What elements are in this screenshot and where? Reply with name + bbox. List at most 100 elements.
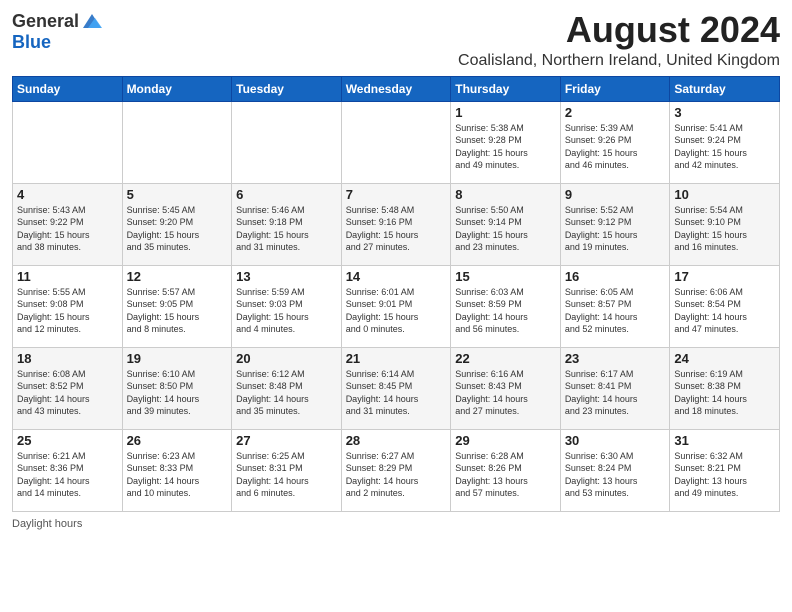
- calendar-cell: [341, 101, 451, 183]
- day-of-week-header: Monday: [122, 76, 232, 101]
- day-of-week-header: Saturday: [670, 76, 780, 101]
- calendar-cell: 6 Sunrise: 5:46 AM Sunset: 9:18 PM Daylig…: [232, 183, 342, 265]
- day-number: 9: [565, 187, 666, 202]
- day-info: Sunrise: 6:30 AM Sunset: 8:24 PM Dayligh…: [565, 450, 666, 500]
- calendar-cell: 19 Sunrise: 6:10 AM Sunset: 8:50 PM Dayli…: [122, 347, 232, 429]
- calendar-cell: 1Sunrise: 5:38 AM Sunset: 9:28 PM Daylig…: [451, 101, 561, 183]
- day-number: 6: [236, 187, 337, 202]
- day-number: 3: [674, 105, 775, 120]
- day-number: 29: [455, 433, 556, 448]
- day-number: 27: [236, 433, 337, 448]
- calendar-cell: 26Sunrise: 6:23 AM Sunset: 8:33 PM Dayli…: [122, 429, 232, 511]
- day-of-week-header: Wednesday: [341, 76, 451, 101]
- day-number: 20: [236, 351, 337, 366]
- day-info: Sunrise: 5:54 AM Sunset: 9:10 PM Dayligh…: [674, 204, 775, 254]
- calendar-header-row: SundayMondayTuesdayWednesdayThursdayFrid…: [13, 76, 780, 101]
- calendar: SundayMondayTuesdayWednesdayThursdayFrid…: [12, 76, 780, 512]
- calendar-cell: 2 Sunrise: 5:39 AM Sunset: 9:26 PM Daylig…: [560, 101, 670, 183]
- day-number: 7: [346, 187, 447, 202]
- logo-blue-text: Blue: [12, 32, 51, 53]
- day-info: Sunrise: 6:01 AM Sunset: 9:01 PM Dayligh…: [346, 286, 447, 336]
- month-title: August 2024: [458, 10, 780, 50]
- calendar-cell: 20 Sunrise: 6:12 AM Sunset: 8:48 PM Dayli…: [232, 347, 342, 429]
- calendar-cell: 10 Sunrise: 5:54 AM Sunset: 9:10 PM Dayli…: [670, 183, 780, 265]
- day-of-week-header: Thursday: [451, 76, 561, 101]
- calendar-cell: 31 Sunrise: 6:32 AM Sunset: 8:21 PM Dayli…: [670, 429, 780, 511]
- logo-general: General: [12, 11, 79, 32]
- logo-icon: [81, 10, 103, 32]
- page: General Blue August 2024 Coalisland, Nor…: [0, 0, 792, 612]
- calendar-cell: 12 Sunrise: 5:57 AM Sunset: 9:05 PM Dayli…: [122, 265, 232, 347]
- calendar-cell: 15Sunrise: 6:03 AM Sunset: 8:59 PM Dayli…: [451, 265, 561, 347]
- calendar-cell: 25 Sunrise: 6:21 AM Sunset: 8:36 PM Dayli…: [13, 429, 123, 511]
- day-number: 18: [17, 351, 118, 366]
- day-number: 16: [565, 269, 666, 284]
- calendar-cell: 17 Sunrise: 6:06 AM Sunset: 8:54 PM Dayli…: [670, 265, 780, 347]
- day-info: Sunrise: 6:06 AM Sunset: 8:54 PM Dayligh…: [674, 286, 775, 336]
- calendar-week-row: 1Sunrise: 5:38 AM Sunset: 9:28 PM Daylig…: [13, 101, 780, 183]
- day-number: 11: [17, 269, 118, 284]
- day-number: 15: [455, 269, 556, 284]
- day-info: Sunrise: 6:28 AM Sunset: 8:26 PM Dayligh…: [455, 450, 556, 500]
- calendar-cell: 5Sunrise: 5:45 AM Sunset: 9:20 PM Daylig…: [122, 183, 232, 265]
- calendar-cell: 29 Sunrise: 6:28 AM Sunset: 8:26 PM Dayli…: [451, 429, 561, 511]
- day-info: Sunrise: 6:19 AM Sunset: 8:38 PM Dayligh…: [674, 368, 775, 418]
- calendar-cell: 13 Sunrise: 5:59 AM Sunset: 9:03 PM Dayli…: [232, 265, 342, 347]
- day-info: Sunrise: 6:23 AM Sunset: 8:33 PM Dayligh…: [127, 450, 228, 500]
- logo-text: General: [12, 10, 103, 32]
- calendar-cell: 22Sunrise: 6:16 AM Sunset: 8:43 PM Dayli…: [451, 347, 561, 429]
- day-info: Sunrise: 5:57 AM Sunset: 9:05 PM Dayligh…: [127, 286, 228, 336]
- day-number: 25: [17, 433, 118, 448]
- day-info: Sunrise: 5:50 AM Sunset: 9:14 PM Dayligh…: [455, 204, 556, 254]
- calendar-cell: 7Sunrise: 5:48 AM Sunset: 9:16 PM Daylig…: [341, 183, 451, 265]
- day-info: Sunrise: 5:59 AM Sunset: 9:03 PM Dayligh…: [236, 286, 337, 336]
- day-number: 23: [565, 351, 666, 366]
- day-info: Sunrise: 6:21 AM Sunset: 8:36 PM Dayligh…: [17, 450, 118, 500]
- day-number: 19: [127, 351, 228, 366]
- calendar-cell: 11 Sunrise: 5:55 AM Sunset: 9:08 PM Dayli…: [13, 265, 123, 347]
- daylight-hours-label: Daylight hours: [12, 518, 82, 530]
- logo: General Blue: [12, 10, 103, 53]
- title-block: August 2024 Coalisland, Northern Ireland…: [458, 10, 780, 70]
- calendar-week-row: 4Sunrise: 5:43 AM Sunset: 9:22 PM Daylig…: [13, 183, 780, 265]
- day-info: Sunrise: 5:39 AM Sunset: 9:26 PM Dayligh…: [565, 122, 666, 172]
- calendar-cell: [13, 101, 123, 183]
- day-number: 10: [674, 187, 775, 202]
- day-info: Sunrise: 6:10 AM Sunset: 8:50 PM Dayligh…: [127, 368, 228, 418]
- calendar-week-row: 18 Sunrise: 6:08 AM Sunset: 8:52 PM Dayli…: [13, 347, 780, 429]
- calendar-week-row: 25 Sunrise: 6:21 AM Sunset: 8:36 PM Dayli…: [13, 429, 780, 511]
- day-number: 24: [674, 351, 775, 366]
- day-number: 28: [346, 433, 447, 448]
- day-info: Sunrise: 6:12 AM Sunset: 8:48 PM Dayligh…: [236, 368, 337, 418]
- day-number: 30: [565, 433, 666, 448]
- day-number: 2: [565, 105, 666, 120]
- day-number: 31: [674, 433, 775, 448]
- calendar-cell: 3Sunrise: 5:41 AM Sunset: 9:24 PM Daylig…: [670, 101, 780, 183]
- calendar-cell: 8 Sunrise: 5:50 AM Sunset: 9:14 PM Daylig…: [451, 183, 561, 265]
- day-number: 13: [236, 269, 337, 284]
- calendar-cell: 24 Sunrise: 6:19 AM Sunset: 8:38 PM Dayli…: [670, 347, 780, 429]
- day-number: 8: [455, 187, 556, 202]
- day-of-week-header: Tuesday: [232, 76, 342, 101]
- calendar-cell: 16 Sunrise: 6:05 AM Sunset: 8:57 PM Dayli…: [560, 265, 670, 347]
- calendar-cell: 27 Sunrise: 6:25 AM Sunset: 8:31 PM Dayli…: [232, 429, 342, 511]
- day-info: Sunrise: 6:05 AM Sunset: 8:57 PM Dayligh…: [565, 286, 666, 336]
- day-number: 21: [346, 351, 447, 366]
- day-info: Sunrise: 5:46 AM Sunset: 9:18 PM Dayligh…: [236, 204, 337, 254]
- calendar-cell: [232, 101, 342, 183]
- day-info: Sunrise: 6:08 AM Sunset: 8:52 PM Dayligh…: [17, 368, 118, 418]
- calendar-cell: 30 Sunrise: 6:30 AM Sunset: 8:24 PM Dayli…: [560, 429, 670, 511]
- day-info: Sunrise: 5:38 AM Sunset: 9:28 PM Dayligh…: [455, 122, 556, 172]
- header: General Blue August 2024 Coalisland, Nor…: [12, 10, 780, 70]
- day-info: Sunrise: 6:25 AM Sunset: 8:31 PM Dayligh…: [236, 450, 337, 500]
- calendar-week-row: 11 Sunrise: 5:55 AM Sunset: 9:08 PM Dayli…: [13, 265, 780, 347]
- day-number: 12: [127, 269, 228, 284]
- day-info: Sunrise: 6:16 AM Sunset: 8:43 PM Dayligh…: [455, 368, 556, 418]
- day-info: Sunrise: 6:32 AM Sunset: 8:21 PM Dayligh…: [674, 450, 775, 500]
- calendar-cell: 23Sunrise: 6:17 AM Sunset: 8:41 PM Dayli…: [560, 347, 670, 429]
- day-info: Sunrise: 6:27 AM Sunset: 8:29 PM Dayligh…: [346, 450, 447, 500]
- logo-blue: Blue: [12, 32, 51, 52]
- day-info: Sunrise: 5:43 AM Sunset: 9:22 PM Dayligh…: [17, 204, 118, 254]
- day-info: Sunrise: 5:55 AM Sunset: 9:08 PM Dayligh…: [17, 286, 118, 336]
- day-number: 17: [674, 269, 775, 284]
